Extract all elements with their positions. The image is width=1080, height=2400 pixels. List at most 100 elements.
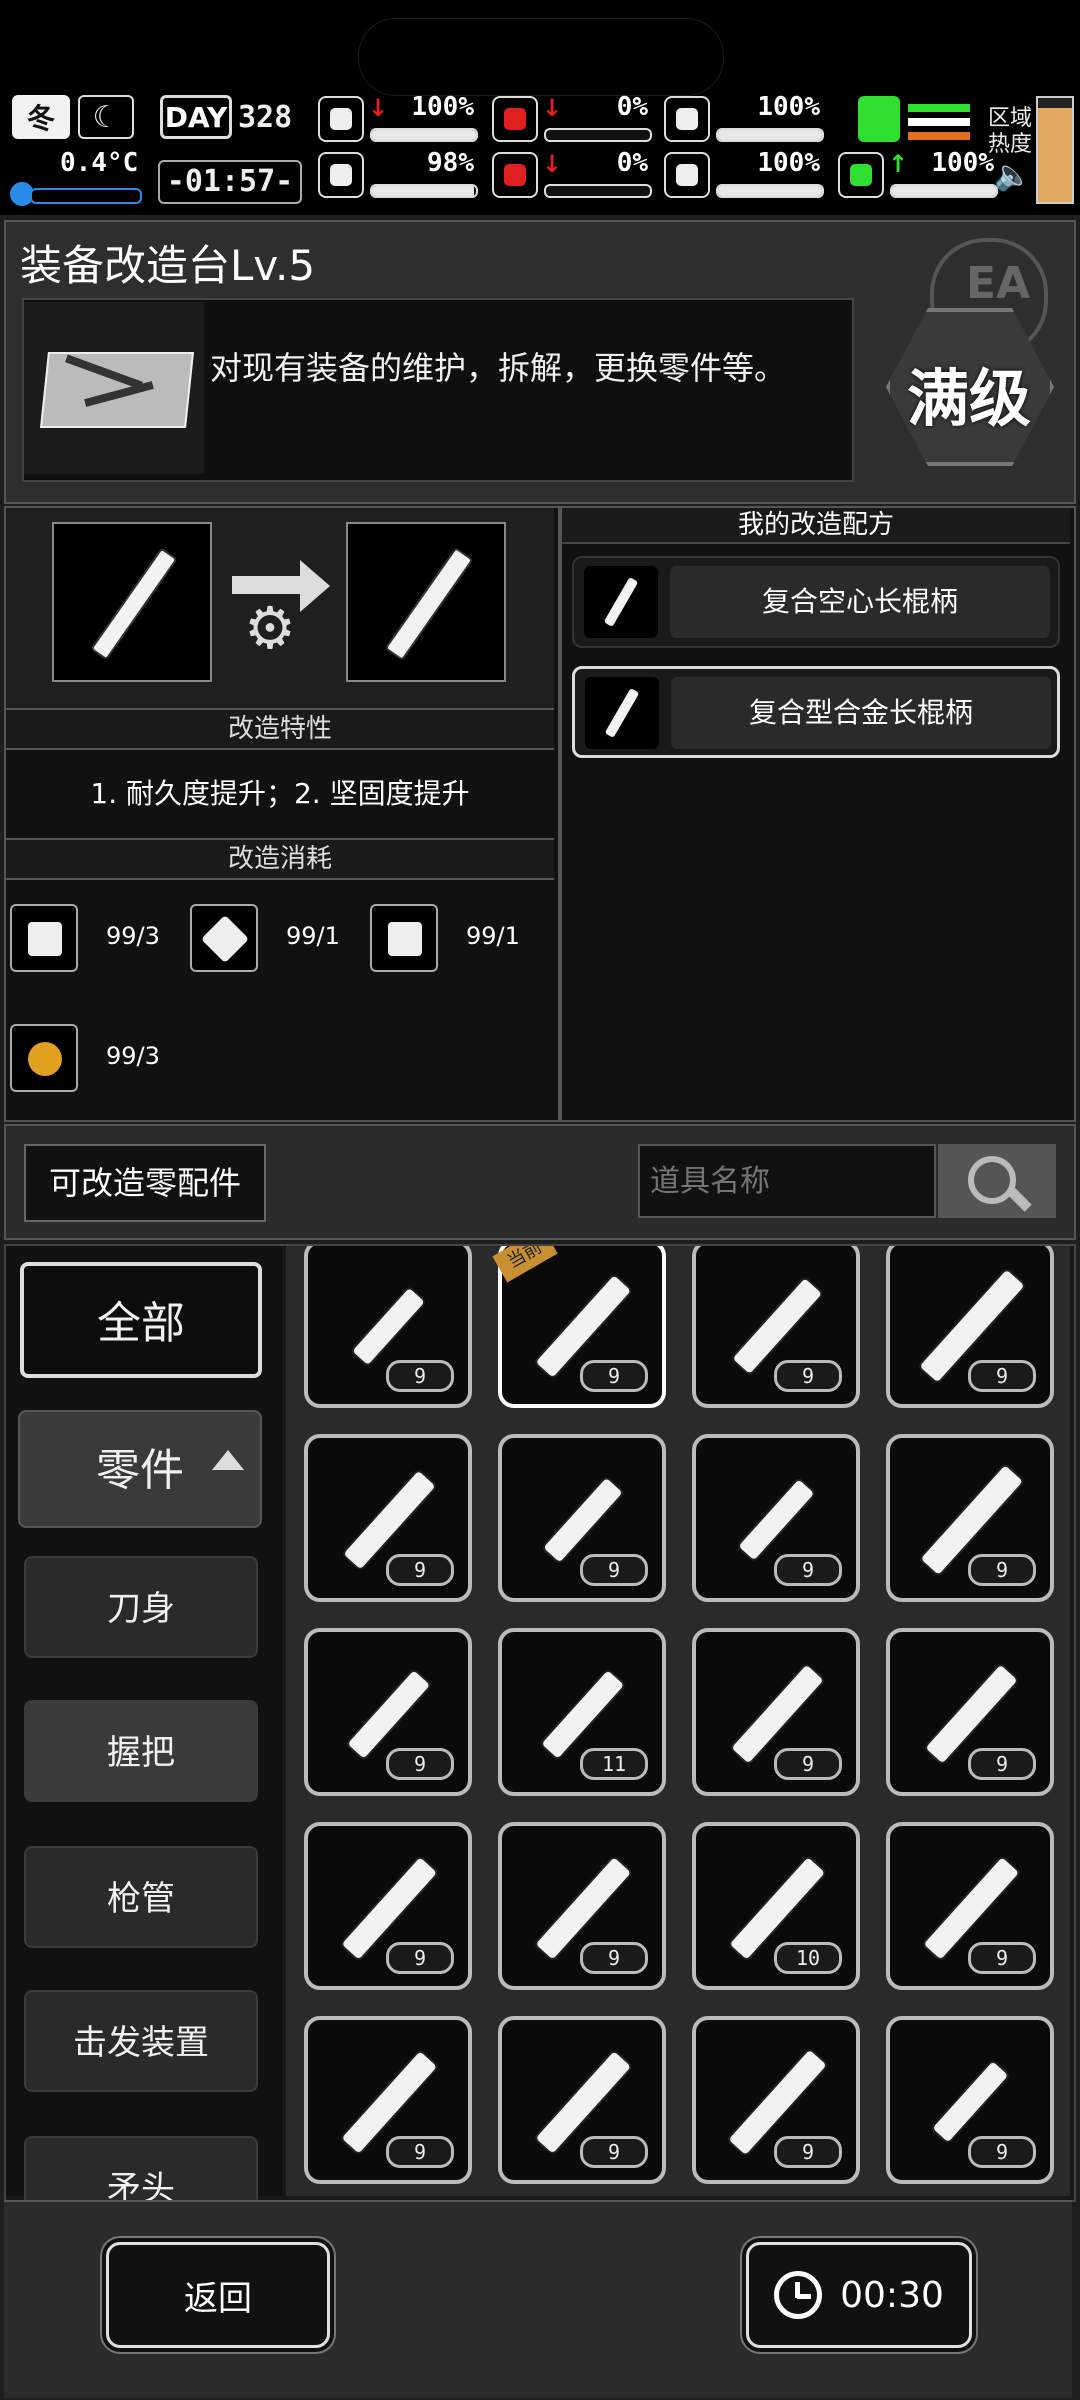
speaker-icon[interactable]: 🔈 [994, 158, 1031, 193]
stamp-text: EA [966, 258, 1031, 309]
station-title: 装备改造台Lv.5 [20, 241, 316, 290]
traits-header: 改造特性 [6, 708, 554, 750]
inventory-slot[interactable]: 9 [498, 1822, 666, 1990]
search-button[interactable] [938, 1144, 1056, 1218]
category-label: 全部 [97, 1298, 185, 1349]
handle-part-icon [735, 1476, 818, 1564]
alloy-handle-icon [384, 546, 474, 662]
category-tab[interactable]: 零件 [18, 1410, 262, 1528]
recipe-icon [585, 677, 659, 749]
recipe-item[interactable]: 复合型合金长棍柄 [572, 666, 1060, 758]
energy-value: 100% [757, 92, 820, 122]
item-count-badge: 9 [580, 1360, 648, 1392]
inventory-slot[interactable]: 9 [886, 1628, 1054, 1796]
cost-amount: 99/3 [106, 922, 160, 950]
inventory-slot[interactable]: 10 [692, 1822, 860, 1990]
potion-icon [10, 1024, 78, 1092]
moon-icon: ☾ [78, 95, 134, 139]
recipe-item[interactable]: 复合空心长棍柄 [572, 556, 1060, 648]
item-count-badge: 9 [968, 1942, 1036, 1974]
inventory-slot[interactable]: 9 当前 [492, 1246, 666, 1408]
inventory-slot[interactable]: 9 [692, 1434, 860, 1602]
medkit-icon [318, 96, 364, 142]
handle-part-icon [929, 2058, 1012, 2146]
rod-handle-icon [90, 547, 178, 661]
inventory-slot[interactable]: 9 [886, 1246, 1054, 1408]
inventory-slot[interactable]: 9 [692, 2016, 860, 2184]
item-count-badge: 9 [774, 1554, 842, 1586]
category-tab[interactable]: 击发装置 [24, 1990, 258, 2092]
hunger-bar [544, 128, 652, 142]
timer-button[interactable]: 00:30 [746, 2242, 972, 2348]
handle-part-icon [349, 1284, 428, 1368]
item-count-badge: 9 [774, 2136, 842, 2168]
inventory-slot[interactable]: 9 [692, 1246, 860, 1408]
item-count-badge: 11 [580, 1748, 648, 1780]
inventory-slot[interactable]: 9 [304, 1628, 472, 1796]
zone-label-1: 区域 [988, 106, 1033, 131]
item-count-badge: 9 [968, 1360, 1036, 1392]
inventory-slot[interactable]: 9 [304, 1434, 472, 1602]
cost-amount: 99/3 [106, 1042, 160, 1070]
inventory-slot[interactable]: 9 [886, 1434, 1054, 1602]
inventory-slot[interactable]: 9 [886, 2016, 1054, 2184]
faction-flag-stripe [908, 132, 970, 140]
item-count-badge: 9 [774, 1748, 842, 1780]
timer-value: 00:30 [840, 2274, 944, 2316]
inventory-slot[interactable]: 9 [304, 2016, 472, 2184]
fuel-can-icon [370, 904, 438, 972]
modifiable-parts-button[interactable]: 可改造零配件 [24, 1144, 266, 1222]
category-label: 击发装置 [73, 2023, 209, 2063]
recipe-label: 复合型合金长棍柄 [671, 677, 1051, 749]
boot-icon [838, 152, 884, 198]
thirst-bar [544, 184, 652, 198]
clock-icon [774, 2271, 823, 2319]
category-tab[interactable]: 刀身 [24, 1556, 258, 1658]
inventory-slot[interactable]: 9 [304, 1822, 472, 1990]
recipe-label: 复合空心长棍柄 [670, 566, 1050, 638]
cost-amount: 99/1 [286, 922, 340, 950]
category-tab[interactable]: 握把 [24, 1700, 258, 1802]
sanity-bar [370, 184, 478, 198]
bladder-icon [664, 96, 710, 142]
heat-gauge-fill [1038, 108, 1072, 202]
item-count-badge: 9 [968, 2136, 1036, 2168]
search-input[interactable] [638, 1144, 936, 1218]
inventory-slot[interactable]: 9 [886, 1822, 1054, 1990]
thirst-value: 0% [616, 148, 648, 178]
health-bar [370, 128, 478, 142]
gear-icon: ⚙ [244, 594, 296, 662]
inventory-slot[interactable]: 9 [304, 1246, 472, 1408]
sanity-value: 98% [427, 148, 474, 178]
category-tab[interactable]: 枪管 [24, 1846, 258, 1948]
item-count-badge: 9 [968, 1748, 1036, 1780]
arrow-head-icon [300, 560, 330, 612]
back-button[interactable]: 返回 [106, 2242, 330, 2348]
inventory-slot[interactable]: 9 [498, 1434, 666, 1602]
item-count-badge: 9 [386, 1360, 454, 1392]
item-count-badge: 9 [386, 1748, 454, 1780]
stamina-value: 100% [931, 148, 994, 178]
category-label: 枪管 [107, 1879, 175, 1919]
zone-label-2: 热度 [988, 132, 1033, 157]
category-tab[interactable]: 全部 [20, 1262, 262, 1378]
handle-part-icon [345, 1667, 433, 1761]
faction-flag-stripe [908, 118, 970, 126]
inventory-slot[interactable]: 11 [498, 1628, 666, 1796]
heart-bar [716, 184, 824, 198]
item-count-badge: 9 [580, 1554, 648, 1586]
brain-icon [318, 152, 364, 198]
recipe-icon [584, 566, 658, 638]
inventory-slot[interactable]: 9 [498, 2016, 666, 2184]
handle-part-icon [540, 1475, 626, 1565]
temperature-bar [30, 188, 142, 204]
item-count-badge: 9 [386, 2136, 454, 2168]
source-item-slot[interactable] [52, 522, 212, 682]
item-count-badge: 9 [386, 1554, 454, 1586]
hunger-value: 0% [616, 92, 648, 122]
item-count-badge: 9 [774, 1360, 842, 1392]
cost-amount: 99/1 [466, 922, 520, 950]
inventory-slot[interactable]: 9 [692, 1628, 860, 1796]
target-item-slot[interactable] [346, 522, 506, 682]
day-number: 328 [238, 100, 293, 135]
